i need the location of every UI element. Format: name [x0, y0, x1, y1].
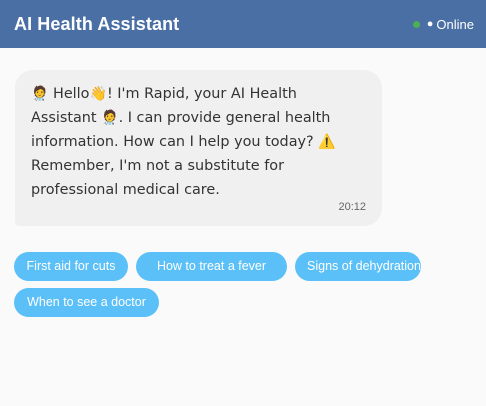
status-indicator: ● Online — [412, 16, 474, 32]
message-text-part: Remember, I'm not a substitute for profe… — [31, 158, 284, 198]
assistant-message-bubble: 🧑‍⚕️ Hello👋! I'm Rapid, your AI Health A… — [15, 70, 382, 226]
message-timestamp: 20:12 — [338, 201, 366, 213]
bullet-icon: ● — [426, 18, 434, 30]
app-title: AI Health Assistant — [14, 13, 180, 34]
chat-header: AI Health Assistant ● Online — [0, 0, 486, 48]
warning-emoji-icon: ⚠️ — [318, 134, 336, 150]
online-status-dot-icon — [412, 20, 420, 28]
quick-reply-first-aid-for-cuts[interactable]: First aid for cuts — [14, 252, 128, 281]
health-worker-emoji-icon: 🧑‍⚕️ — [101, 110, 119, 126]
health-worker-emoji-icon: 🧑‍⚕️ — [31, 86, 49, 102]
quick-reply-signs-of-dehydration[interactable]: Signs of dehydration — [295, 252, 421, 281]
message-text: 🧑‍⚕️ Hello👋! I'm Rapid, your AI Health A… — [31, 82, 366, 202]
quick-reply-when-to-see-a-doctor[interactable]: When to see a doctor — [14, 288, 159, 317]
waving-hand-emoji-icon: 👋 — [89, 86, 107, 102]
quick-reply-how-to-treat-a-fever[interactable]: How to treat a fever — [136, 252, 287, 281]
status-label: Online — [436, 16, 474, 32]
message-text-part: Hello — [48, 86, 90, 102]
